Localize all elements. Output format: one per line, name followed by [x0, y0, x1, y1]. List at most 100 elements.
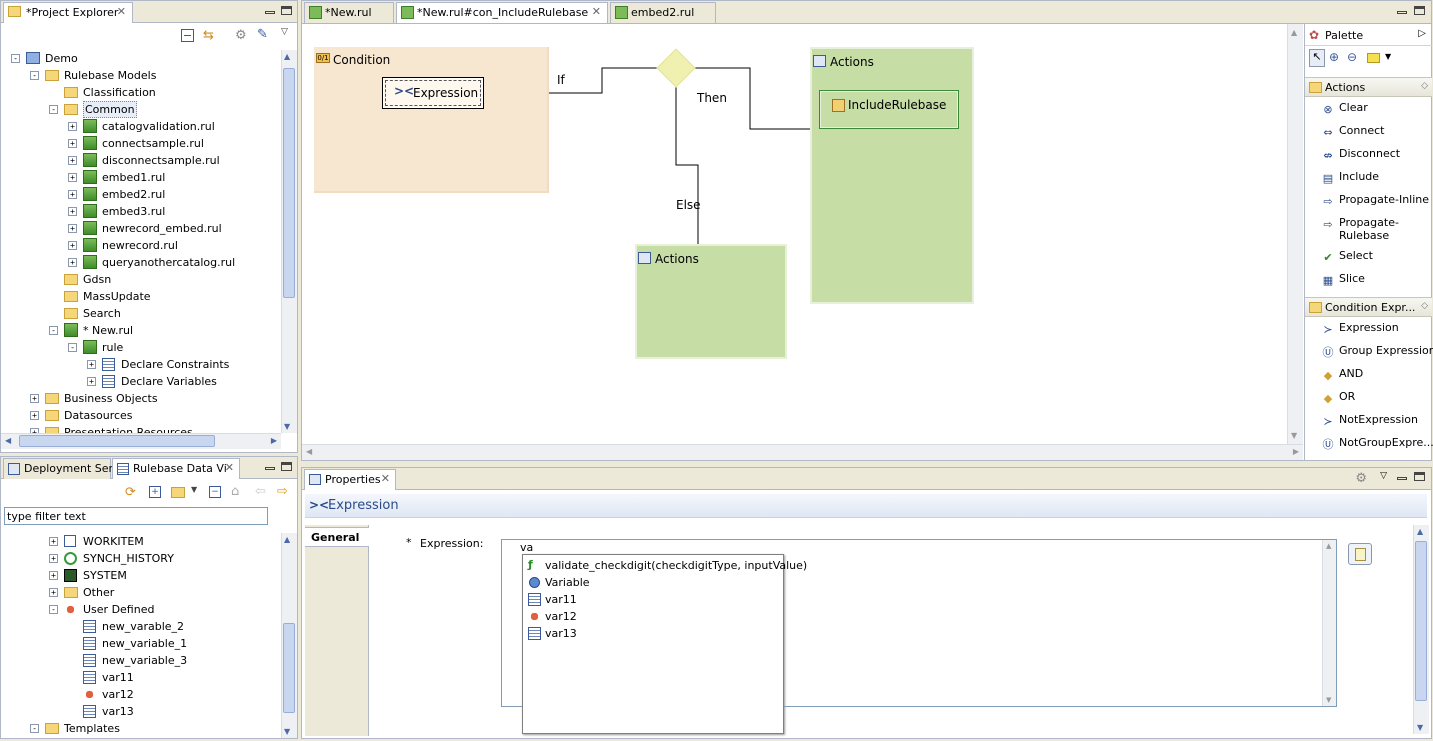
- palette-item[interactable]: ⊗ Clear: [1305, 99, 1432, 122]
- maximize-icon[interactable]: [1414, 6, 1425, 15]
- tab-deployment-server[interactable]: Deployment Serv: [3, 458, 120, 479]
- tree-item[interactable]: - Rulebase Models: [1, 67, 281, 84]
- canvas-vscroll[interactable]: ▲ ▼: [1287, 24, 1303, 444]
- expand-toggle[interactable]: +: [68, 224, 77, 233]
- tree-item[interactable]: new_varable_2: [1, 618, 281, 635]
- tree-item[interactable]: + Business Objects: [1, 390, 281, 407]
- actions-then-node[interactable]: Actions IncludeRulebase: [810, 47, 974, 304]
- minimize-icon[interactable]: [1397, 11, 1407, 14]
- expand-toggle[interactable]: +: [68, 156, 77, 165]
- expand-toggle[interactable]: +: [49, 554, 58, 563]
- condition-node[interactable]: 0/1 Condition >< Expression: [314, 47, 549, 193]
- tree-item[interactable]: + newrecord.rul: [1, 237, 281, 254]
- expand-toggle[interactable]: +: [68, 258, 77, 267]
- maximize-icon[interactable]: [281, 462, 292, 471]
- collapse-toggle[interactable]: -: [68, 343, 77, 352]
- expand-toggle[interactable]: +: [68, 207, 77, 216]
- tree-item[interactable]: var11: [1, 669, 281, 686]
- palette-item[interactable]: ◆ AND: [1305, 365, 1432, 388]
- tree-item[interactable]: var12: [1, 686, 281, 703]
- tree-item[interactable]: + newrecord_embed.rul: [1, 220, 281, 237]
- zoom-in-icon[interactable]: ⊕: [1329, 50, 1339, 64]
- tree-item[interactable]: + Declare Variables: [1, 373, 281, 390]
- explorer-hscroll[interactable]: ◀ ▶: [1, 433, 281, 449]
- palette-drawer-header[interactable]: Actions ◇: [1305, 77, 1432, 97]
- palette-item[interactable]: Ⓤ NotGroupExpre...: [1305, 434, 1433, 457]
- tree-item[interactable]: + Datasources: [1, 407, 281, 424]
- maximize-icon[interactable]: [281, 6, 292, 15]
- expand-toggle[interactable]: +: [87, 377, 96, 386]
- explorer-vscroll[interactable]: ▲ ▼: [281, 50, 297, 433]
- palette-drawer-header[interactable]: Condition Expr... ◇: [1305, 297, 1432, 317]
- close-icon[interactable]: ✕: [117, 5, 126, 18]
- autocomplete-item[interactable]: var12: [523, 608, 783, 625]
- palette-item[interactable]: ⇎ Disconnect: [1305, 145, 1432, 168]
- expand-icon[interactable]: +: [149, 486, 161, 498]
- tree-item[interactable]: - User Defined: [1, 601, 281, 618]
- refresh-icon[interactable]: ⟳: [125, 485, 141, 501]
- tree-item[interactable]: + Other: [1, 584, 281, 601]
- expression-node[interactable]: >< Expression: [382, 77, 484, 109]
- dropdown-icon[interactable]: ▼: [191, 485, 207, 501]
- palette-item[interactable]: ⇨ Propagate- Rulebase: [1305, 214, 1432, 247]
- forward-icon[interactable]: ⇨: [277, 484, 293, 500]
- folder-open-icon[interactable]: [171, 487, 185, 498]
- tree-item[interactable]: - Demo: [1, 50, 281, 67]
- zoom-out-icon[interactable]: ⊖: [1347, 50, 1357, 64]
- data-view-vscroll[interactable]: ▲ ▼: [281, 533, 297, 738]
- settings-icon[interactable]: ⚙: [1355, 471, 1367, 486]
- close-icon[interactable]: ✕: [381, 472, 390, 485]
- content-assist-icon[interactable]: [1348, 543, 1372, 565]
- collapse-toggle[interactable]: -: [11, 54, 20, 63]
- expand-toggle[interactable]: +: [49, 537, 58, 546]
- tree-item[interactable]: + disconnectsample.rul: [1, 152, 281, 169]
- tree-item[interactable]: - * New.rul: [1, 322, 281, 339]
- tree-item[interactable]: new_variable_1: [1, 635, 281, 652]
- tab-properties[interactable]: Properties ✕: [304, 469, 396, 490]
- maximize-icon[interactable]: [1414, 472, 1425, 481]
- tree-item[interactable]: + embed1.rul: [1, 169, 281, 186]
- home-icon[interactable]: ⌂: [231, 484, 247, 500]
- expand-toggle[interactable]: +: [68, 122, 77, 131]
- drawer-collapse-icon[interactable]: ◇: [1421, 301, 1428, 311]
- back-icon[interactable]: ⇦: [255, 484, 271, 500]
- autocomplete-item[interactable]: var11: [523, 591, 783, 608]
- expand-toggle[interactable]: +: [49, 571, 58, 580]
- collapse-toggle[interactable]: -: [49, 105, 58, 114]
- tree-item[interactable]: Gdsn: [1, 271, 281, 288]
- tab-general[interactable]: General: [305, 527, 369, 547]
- properties-vscroll[interactable]: ▲ ▼: [1413, 525, 1429, 734]
- tree-item[interactable]: + WORKITEM: [1, 533, 281, 550]
- palette-item[interactable]: Ⓤ Group Expression: [1305, 342, 1433, 365]
- tree-item[interactable]: + connectsample.rul: [1, 135, 281, 152]
- minimize-icon[interactable]: [265, 11, 275, 14]
- filter-input[interactable]: [4, 507, 268, 525]
- minimize-icon[interactable]: [1397, 477, 1407, 480]
- minimize-icon[interactable]: [265, 467, 275, 470]
- rule-canvas[interactable]: 0/1 Condition >< Expression If Then Else…: [302, 24, 1287, 444]
- tree-item[interactable]: Search: [1, 305, 281, 322]
- palette-item[interactable]: ▦ Slice: [1305, 270, 1432, 293]
- tree-item[interactable]: + Declare Constraints: [1, 356, 281, 373]
- tree-item[interactable]: + catalogvalidation.rul: [1, 118, 281, 135]
- tab-rulebase-data-view[interactable]: Rulebase Data Vi ✕: [112, 458, 240, 479]
- expand-toggle[interactable]: +: [30, 411, 39, 420]
- expand-toggle[interactable]: +: [87, 360, 96, 369]
- tab-embed2-rul[interactable]: embed2.rul: [610, 2, 716, 23]
- expand-toggle[interactable]: +: [68, 190, 77, 199]
- expand-toggle[interactable]: +: [30, 394, 39, 403]
- collapse-all-icon[interactable]: −: [209, 486, 221, 498]
- settings-icon[interactable]: ⚙: [235, 28, 251, 44]
- palette-item[interactable]: ◆ OR: [1305, 388, 1432, 411]
- close-icon[interactable]: ✕: [225, 461, 234, 474]
- view-menu-icon[interactable]: ▽: [1380, 471, 1387, 481]
- tree-item[interactable]: + embed2.rul: [1, 186, 281, 203]
- include-rulebase-node[interactable]: IncludeRulebase: [819, 90, 959, 129]
- palette-item[interactable]: ≻ Expression: [1305, 319, 1432, 342]
- tab-new-rul-include-rulebase[interactable]: *New.rul#con_IncludeRulebase ✕: [396, 2, 608, 23]
- palette-item[interactable]: ≻ NotExpression: [1305, 411, 1432, 434]
- palette-item[interactable]: ▤ Include: [1305, 168, 1432, 191]
- palette-collapse-icon[interactable]: ▷: [1418, 28, 1426, 39]
- autocomplete-item[interactable]: ƒ validate_checkdigit(checkdigitType, inp…: [523, 557, 807, 574]
- collapse-toggle[interactable]: -: [49, 605, 58, 614]
